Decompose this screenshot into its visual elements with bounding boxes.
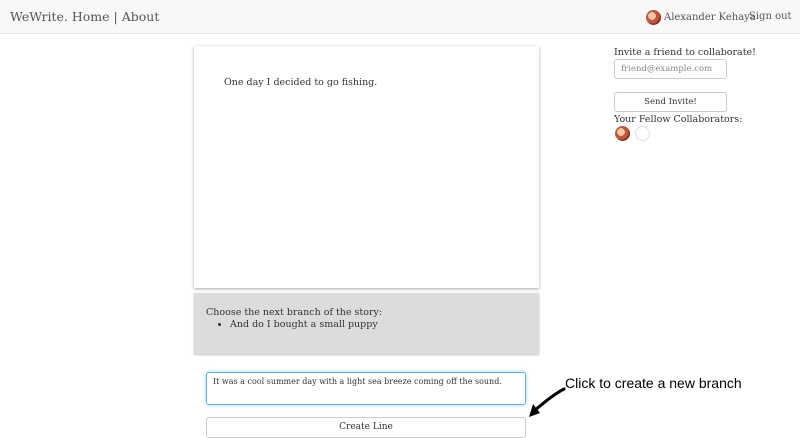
branch-list: And do I bought a small puppy bbox=[230, 319, 378, 330]
top-navbar: WeWrite. Home | About Alexander Kehaya S… bbox=[0, 0, 800, 34]
collaborator-avatars bbox=[615, 126, 650, 141]
collaborator-avatar bbox=[615, 126, 630, 141]
brand-nav: WeWrite. Home | About bbox=[10, 9, 159, 24]
story-line: One day I decided to go fishing. bbox=[224, 77, 378, 88]
branch-chooser-title: Choose the next branch of the story: bbox=[206, 307, 383, 318]
brand-logo[interactable]: WeWrite. bbox=[10, 9, 68, 24]
create-line-button[interactable]: Create Line bbox=[206, 417, 526, 438]
user-avatar bbox=[646, 9, 661, 25]
nav-about-link[interactable]: About bbox=[122, 9, 160, 24]
invite-email-input[interactable] bbox=[614, 59, 727, 79]
user-menu[interactable]: Alexander Kehaya bbox=[646, 9, 756, 25]
nav-separator: | bbox=[113, 9, 118, 24]
annotation-text: Click to create a new branch bbox=[565, 375, 742, 391]
user-name[interactable]: Alexander Kehaya bbox=[664, 12, 756, 23]
collaborators-label: Your Fellow Collaborators: bbox=[614, 114, 743, 125]
send-invite-button[interactable]: Send Invite! bbox=[614, 92, 727, 112]
story-card: One day I decided to go fishing. bbox=[194, 46, 539, 288]
invite-label: Invite a friend to collaborate! bbox=[614, 47, 756, 58]
branch-chooser: Choose the next branch of the story: And… bbox=[194, 293, 539, 354]
new-line-input[interactable] bbox=[206, 372, 526, 405]
branch-option[interactable]: And do I bought a small puppy bbox=[230, 319, 378, 330]
collaborator-avatar bbox=[635, 126, 650, 141]
sign-out-link[interactable]: Sign out bbox=[749, 11, 792, 22]
annotation-arrow-icon bbox=[529, 387, 566, 417]
nav-home-link[interactable]: Home bbox=[72, 9, 110, 24]
